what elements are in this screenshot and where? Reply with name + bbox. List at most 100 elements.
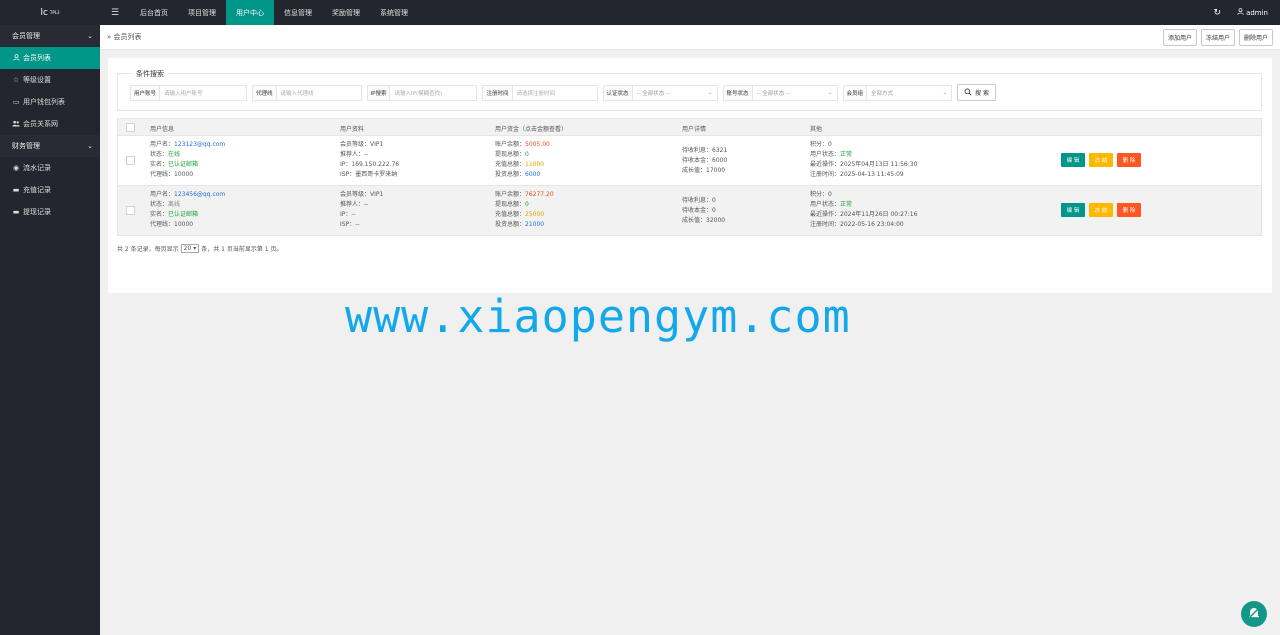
field-label: 提现总额：: [495, 201, 526, 208]
field-label: 推荐人：: [340, 201, 365, 208]
sidebar-item-flow-records[interactable]: ◉ 流水记录: [0, 157, 100, 179]
sidebar-group-members[interactable]: 会员管理 ⌄: [0, 25, 100, 47]
nav-rewards[interactable]: 奖励管理: [322, 0, 370, 25]
field-label: 实名：: [150, 211, 169, 218]
row-checkbox[interactable]: [126, 206, 135, 215]
withdraw-value[interactable]: 0: [525, 201, 529, 208]
ip-input[interactable]: 请输入IP(模糊查找): [390, 86, 476, 100]
sidebar-group-finance[interactable]: 财务管理 ⌄: [0, 135, 100, 157]
isp-value: --: [355, 221, 360, 228]
last-op-value: 2024年11月26日 00:27:16: [840, 211, 918, 218]
nav-projects[interactable]: 项目管理: [178, 0, 226, 25]
freeze-button[interactable]: 冻 结: [1089, 203, 1113, 217]
edit-button[interactable]: 编 辑: [1061, 203, 1085, 217]
regtime-input[interactable]: 请选择注册时间: [513, 86, 597, 100]
verify-select-value: -- 全部状态 --: [636, 90, 670, 97]
ip-value: 169.150.222.76: [351, 161, 400, 168]
logo-version: TPL3: [49, 10, 60, 15]
search-button[interactable]: 搜 索: [957, 84, 996, 101]
pending-interest-value: 0: [712, 197, 716, 204]
row-actions: 编 辑 冻 结 删 除: [1061, 153, 1141, 167]
field-label: 成长值：: [682, 167, 707, 174]
delete-user-button[interactable]: 删除用户: [1238, 28, 1273, 46]
field-label: 充值总额：: [495, 211, 526, 218]
growth-value: 32000: [706, 217, 726, 224]
freeze-button[interactable]: 冻 结: [1089, 153, 1113, 167]
search-legend: 条件搜索: [132, 69, 168, 79]
balance-value[interactable]: 76277.20: [525, 191, 554, 198]
breadcrumb-bar: » 会员列表 添加用户 冻结用户 删除用户: [100, 25, 1280, 50]
floating-action-button[interactable]: [1241, 601, 1267, 627]
field-label: 实名：: [150, 161, 169, 168]
logo-text: lc: [40, 7, 48, 18]
recharge-value[interactable]: 11000: [525, 161, 544, 168]
nav-user-center[interactable]: 用户中心: [226, 0, 274, 25]
page-size-select[interactable]: 20 ▾: [180, 244, 200, 253]
agent-input[interactable]: 请输入代理线: [277, 86, 361, 100]
field-label: 注册时间：: [810, 221, 841, 228]
page-size-value: 20: [183, 245, 192, 252]
sidebar-item-wallet-list[interactable]: ▭ 用户钱包列表: [0, 91, 100, 113]
delete-button[interactable]: 删 除: [1117, 153, 1141, 167]
chevron-down-icon: ▾: [193, 245, 197, 252]
delete-button[interactable]: 删 除: [1117, 203, 1141, 217]
sidebar-item-recharge-records[interactable]: ▬ 充值记录: [0, 179, 100, 201]
field-label: 代理线：: [150, 221, 175, 228]
search-button-label: 搜 索: [975, 90, 989, 97]
user-menu[interactable]: admin: [1237, 8, 1268, 17]
user-profile-cell: 会员等级：VIP1 推荐人：-- IP：169.150.222.76 ISP：墨…: [340, 140, 399, 180]
app-logo[interactable]: lc TPL3: [0, 0, 100, 25]
field-label: 注册时间：: [810, 171, 841, 178]
top-navbar: lc TPL3 ☰ 后台首页 项目管理 用户中心 信息管理 奖励管理 系统管理 ↻…: [0, 0, 1280, 25]
username-link[interactable]: 123456@qq.com: [174, 191, 225, 198]
header-user-details: 用户详情: [682, 126, 707, 133]
group-select-value: 全部方式: [871, 90, 894, 97]
breadcrumb: » 会员列表: [107, 33, 142, 41]
account-input[interactable]: 请输入用户账号: [160, 86, 246, 100]
pending-interest-value: 6321: [712, 147, 728, 154]
field-label: 成长值：: [682, 217, 707, 224]
recharge-value[interactable]: 25000: [525, 211, 544, 218]
nav-system[interactable]: 系统管理: [370, 0, 418, 25]
select-all-checkbox[interactable]: [126, 123, 135, 132]
agent-value: 10000: [174, 171, 194, 178]
account-filter-label: 用户账号: [131, 85, 161, 100]
other-cell: 积分：0 用户状态：正常 最近操作：2025年04月13日 11:56:30 注…: [810, 140, 917, 180]
freeze-user-button[interactable]: 冻结用户: [1200, 28, 1235, 46]
balance-value[interactable]: 5005.00: [525, 141, 550, 148]
field-label: 账户余额：: [495, 141, 526, 148]
invest-value[interactable]: 21000: [525, 221, 544, 228]
row-checkbox[interactable]: [126, 156, 135, 165]
ip-filter: IP搜索 请输入IP(模糊查找): [366, 84, 478, 101]
search-icon: [964, 88, 972, 98]
invest-value[interactable]: 6000: [525, 171, 540, 178]
row-actions: 编 辑 冻 结 删 除: [1061, 203, 1141, 217]
username-link[interactable]: 123123@qq.com: [174, 141, 225, 148]
nav-info[interactable]: 信息管理: [274, 0, 322, 25]
sidebar-item-member-list[interactable]: 会员列表: [0, 47, 100, 69]
verify-select[interactable]: -- 全部状态 -- ⌄: [633, 86, 717, 100]
reg-time-value: 2025-04-13 11:45:09: [840, 171, 904, 178]
sidebar-item-withdraw-records[interactable]: ▬ 提现记录: [0, 201, 100, 223]
refresh-icon[interactable]: ↻: [1214, 8, 1222, 18]
header-user-info: 用户信息: [150, 126, 175, 133]
field-label: 会员等级：: [340, 141, 371, 148]
edit-button[interactable]: 编 辑: [1061, 153, 1085, 167]
sidebar-group-label: 会员管理: [12, 32, 40, 40]
pager-suffix: 条，共 1 页当前显示第 1 页。: [201, 246, 283, 253]
field-label: 积分：: [810, 141, 829, 148]
group-select[interactable]: 全部方式 ⌄: [867, 86, 951, 100]
add-user-button[interactable]: 添加用户: [1162, 28, 1197, 46]
status-filter: 账号状态 -- 全部状态 -- ⌄: [722, 84, 838, 101]
sidebar-item-member-network[interactable]: 会员关系网: [0, 113, 100, 135]
sidebar-item-level-settings[interactable]: ☆ 等级设置: [0, 69, 100, 91]
field-label: 用户状态：: [810, 151, 841, 158]
regtime-filter: 注册时间 请选择注册时间: [482, 84, 598, 101]
menu-toggle-icon[interactable]: ☰: [100, 0, 130, 25]
status-select[interactable]: -- 全部状态 -- ⌄: [753, 86, 837, 100]
realname-status: 已认证邮箱: [168, 211, 199, 218]
nav-home[interactable]: 后台首页: [130, 0, 178, 25]
status-select-value: -- 全部状态 --: [756, 90, 790, 97]
sidebar-item-label: 提现记录: [23, 208, 51, 216]
withdraw-value[interactable]: 0: [525, 151, 529, 158]
